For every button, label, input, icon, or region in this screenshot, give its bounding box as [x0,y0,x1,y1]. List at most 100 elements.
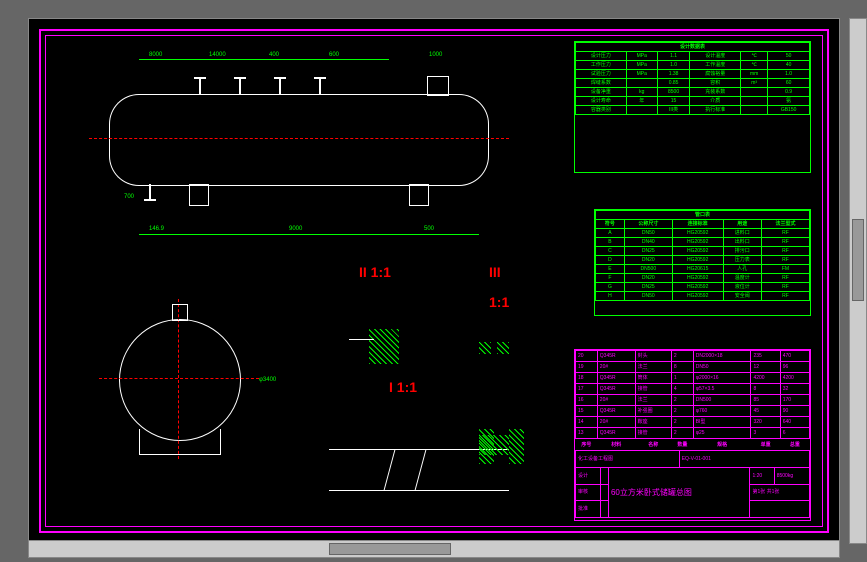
cell: RF [761,229,809,238]
hatch [479,342,491,354]
dim: 146.9 [149,226,164,232]
cell: 进料口 [723,229,761,238]
cell: 18 [576,372,598,383]
header-cell: 法兰型式 [761,220,809,229]
cell: 接管 [635,427,671,438]
cell: 设计温度 [690,52,741,61]
cell: RF [761,274,809,283]
top-nozzle-section [172,304,188,321]
section-label-2: II 1:1 [359,264,391,280]
cell: 17 [576,383,598,394]
table-row: 工作压力MPa1.0工作温度℃40 [576,61,810,70]
cell: RF [761,238,809,247]
cell: RF [761,283,809,292]
dim: 500 [424,226,434,232]
nozzle [239,79,241,94]
table-row: 1620#法兰2DN50085170 [576,394,810,405]
header-cell: 连接标准 [672,220,723,229]
cell: HG20592 [672,283,723,292]
header-cell: 名称 [635,438,671,450]
header-cell: 用途 [723,220,761,229]
section-label-3: III [489,264,501,280]
cell: 年 [626,97,657,106]
cell: III类 [657,106,690,115]
cell: kg [626,88,657,97]
cell: DN500 [624,265,672,274]
drawing-canvas[interactable]: 8000 14000 400 600 9000 1000 500 700 146… [28,18,840,544]
cell: 2 [671,405,693,416]
section-label-3b: 1:1 [489,294,509,310]
tank-head-left [109,94,140,186]
cell [626,106,657,115]
cell [741,97,768,106]
cell: 16 [576,394,598,405]
manhole [427,76,449,96]
table-row: HDN50HG20592安全阀RF [596,292,810,301]
drain-nozzle [149,184,151,199]
header-cell: 序号 [576,438,598,450]
header-cell: 符号 [596,220,625,229]
cell: 60 [768,79,810,88]
scrollbar-horizontal[interactable] [28,540,840,558]
cell: φ57×3.5 [693,383,751,394]
cell: 2 [671,394,693,405]
cell: 50 [768,52,810,61]
break-line [384,450,427,490]
header-cell: 公称尺寸 [624,220,672,229]
cell: φ25 [693,427,751,438]
cell: 14 [576,416,598,427]
cell: 设备净重 [576,88,627,97]
cell: 2 [671,351,693,362]
cell: 4200 [751,372,780,383]
project: 化工设备工程图 [576,451,680,468]
cell: 8 [671,361,693,372]
cell: BI型 [693,416,751,427]
scroll-thumb[interactable] [329,543,451,555]
cell: DN25 [624,247,672,256]
cell: 8500 [657,88,690,97]
cell: 工作温度 [690,61,741,70]
cell: 170 [780,394,809,405]
table-row: 13Q345R接管2φ2536 [576,427,810,438]
cell: 640 [780,416,809,427]
scrollbar-vertical[interactable] [849,18,867,544]
cell: mm [741,70,768,79]
cell: 15 [657,97,690,106]
dim-line [139,234,479,236]
cell: 液位计 [723,283,761,292]
lbl: 设计 [576,467,601,484]
line [349,339,374,340]
cell: 1 [671,372,693,383]
cell: DN2000×18 [693,351,751,362]
cell: E [596,265,625,274]
cell [741,88,768,97]
cell: 0.9 [768,88,810,97]
cell: C [596,247,625,256]
header-cell: 数量 [671,438,693,450]
cell: 介质 [690,97,741,106]
cell: 20# [597,416,635,427]
cell: MPa [626,61,657,70]
cell: m³ [741,79,768,88]
cell: 45 [751,405,780,416]
scroll-thumb[interactable] [852,219,864,301]
cell: HG20592 [672,256,723,265]
hatch [369,329,399,364]
cad-viewport: 8000 14000 400 600 9000 1000 500 700 146… [0,0,867,562]
cell: 封头 [635,351,671,362]
cell: Q345R [597,427,635,438]
cell: 1.0 [768,70,810,79]
cell: 2 [671,416,693,427]
dim: 14000 [209,52,226,58]
flange [274,77,286,79]
flange [234,77,246,79]
title-block: 20Q345R封头2DN2000×182354701920#法兰8DN50129… [574,349,811,521]
cell: DN20 [624,274,672,283]
cell: MPa [626,52,657,61]
cell: 接管 [635,383,671,394]
cell: 焊缝系数 [576,79,627,88]
cell: G [596,283,625,292]
cell: 19 [576,361,598,372]
flange [314,77,326,79]
detail-socket [479,409,524,464]
